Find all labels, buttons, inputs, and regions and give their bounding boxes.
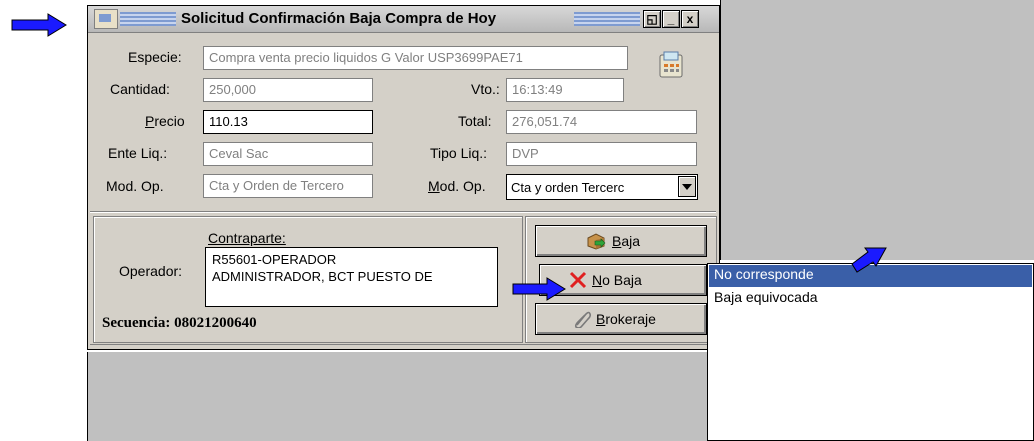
brokeraje-button[interactable]: Brokeraje [535,303,707,335]
cantidad-label: Cantidad: [110,81,170,97]
red-x-icon [569,271,587,289]
mod-op-field[interactable]: Cta y Orden de Tercero [203,174,373,198]
operador-label: Operador: [119,263,183,279]
mod-op-select-value: Cta y orden Tercerc [511,180,625,195]
menu-item-baja-equivocada[interactable]: Baja equivocada [709,288,1032,310]
precio-field[interactable]: 110.13 [203,110,373,134]
bottom-strip [90,344,716,349]
total-field[interactable]: 276,051.74 [506,110,697,134]
calculator-icon[interactable] [658,49,686,79]
annotation-arrow-nobaja [512,277,566,301]
package-icon [587,233,606,250]
no-baja-button-label: No Baja [592,272,642,288]
secuencia-text: Secuencia: 08021200640 [102,315,257,331]
restore-button[interactable]: ◱ [643,10,661,28]
operador-line-1: R55601-OPERADOR [212,252,337,267]
tipo-liq-field[interactable]: DVP [506,142,697,166]
ente-liq-field[interactable]: Ceval Sac [203,142,373,166]
precio-label: Precio [145,113,185,129]
cantidad-field[interactable]: 250,000 [203,78,373,102]
brokeraje-button-label: Brokeraje [596,311,656,327]
especie-label: Especie: [128,49,182,65]
annotation-arrow-title [11,13,67,37]
mod-op-label: Mod. Op. [106,178,164,194]
especie-field[interactable]: Compra venta precio liquidos G Valor USP… [203,46,628,70]
operador-line-2: ADMINISTRADOR, BCT PUESTO DE [212,269,433,284]
mod-op-select[interactable]: Cta y orden Tercerc [506,174,698,200]
contraparte-heading: Contraparte: [208,230,286,246]
app-icon [94,9,118,29]
reason-dropdown-menu: No corresponde Baja equivocada [707,263,1034,441]
annotation-arrow-menu [851,247,887,273]
dialog-window: Solicitud Confirmación Baja Compra de Ho… [87,5,720,350]
minimize-button[interactable]: _ [662,10,680,28]
section-divider [90,211,716,213]
tipo-liq-label: Tipo Liq.: [430,145,488,161]
background-panel-bottom [87,352,710,441]
chevron-down-icon[interactable] [678,176,696,197]
baja-button[interactable]: Baja [535,225,707,257]
vto-label: Vto.: [471,81,500,97]
vto-field[interactable]: 16:13:49 [506,78,624,102]
paperclip-icon [574,311,592,328]
ente-liq-label: Ente Liq.: [108,145,168,161]
background-panel-right [720,0,1034,260]
operador-field[interactable]: R55601-OPERADOR ADMINISTRADOR, BCT PUEST… [205,247,498,307]
close-button[interactable]: x [681,10,699,28]
mod-op-select-label: Mod. Op. [428,178,486,194]
window-title: Solicitud Confirmación Baja Compra de Ho… [181,10,497,27]
title-bar[interactable]: Solicitud Confirmación Baja Compra de Ho… [88,6,719,33]
baja-button-label: Baja [612,233,641,249]
total-label: Total: [458,113,492,129]
